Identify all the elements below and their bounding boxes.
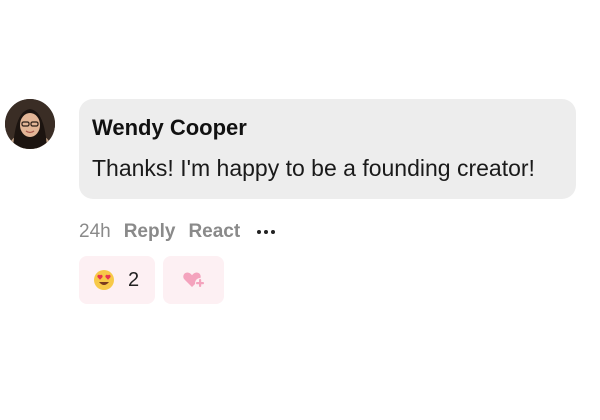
comment: Wendy Cooper Thanks! I'm happy to be a f… — [0, 0, 600, 420]
reaction-count: 2 — [128, 268, 140, 291]
reactions-bar: 2 — [79, 256, 224, 304]
avatar[interactable] — [5, 99, 55, 149]
add-reaction-icon — [182, 272, 205, 288]
dot — [271, 230, 276, 234]
reaction-chip[interactable]: 2 — [79, 256, 155, 304]
comment-bubble: Wendy Cooper Thanks! I'm happy to be a f… — [79, 99, 576, 199]
react-button[interactable]: React — [188, 221, 240, 243]
comment-text: Thanks! I'm happy to be a founding creat… — [92, 155, 535, 181]
heart-eyes-icon — [94, 270, 114, 290]
author-name[interactable]: Wendy Cooper — [92, 115, 247, 141]
more-options-icon[interactable] — [257, 222, 276, 242]
avatar-image — [5, 99, 55, 149]
dot — [257, 230, 262, 234]
reply-button[interactable]: Reply — [124, 221, 176, 243]
add-reaction-button[interactable] — [163, 256, 224, 304]
timestamp[interactable]: 24h — [79, 221, 111, 243]
comment-meta: 24h Reply React — [79, 219, 276, 245]
dot — [264, 230, 269, 234]
